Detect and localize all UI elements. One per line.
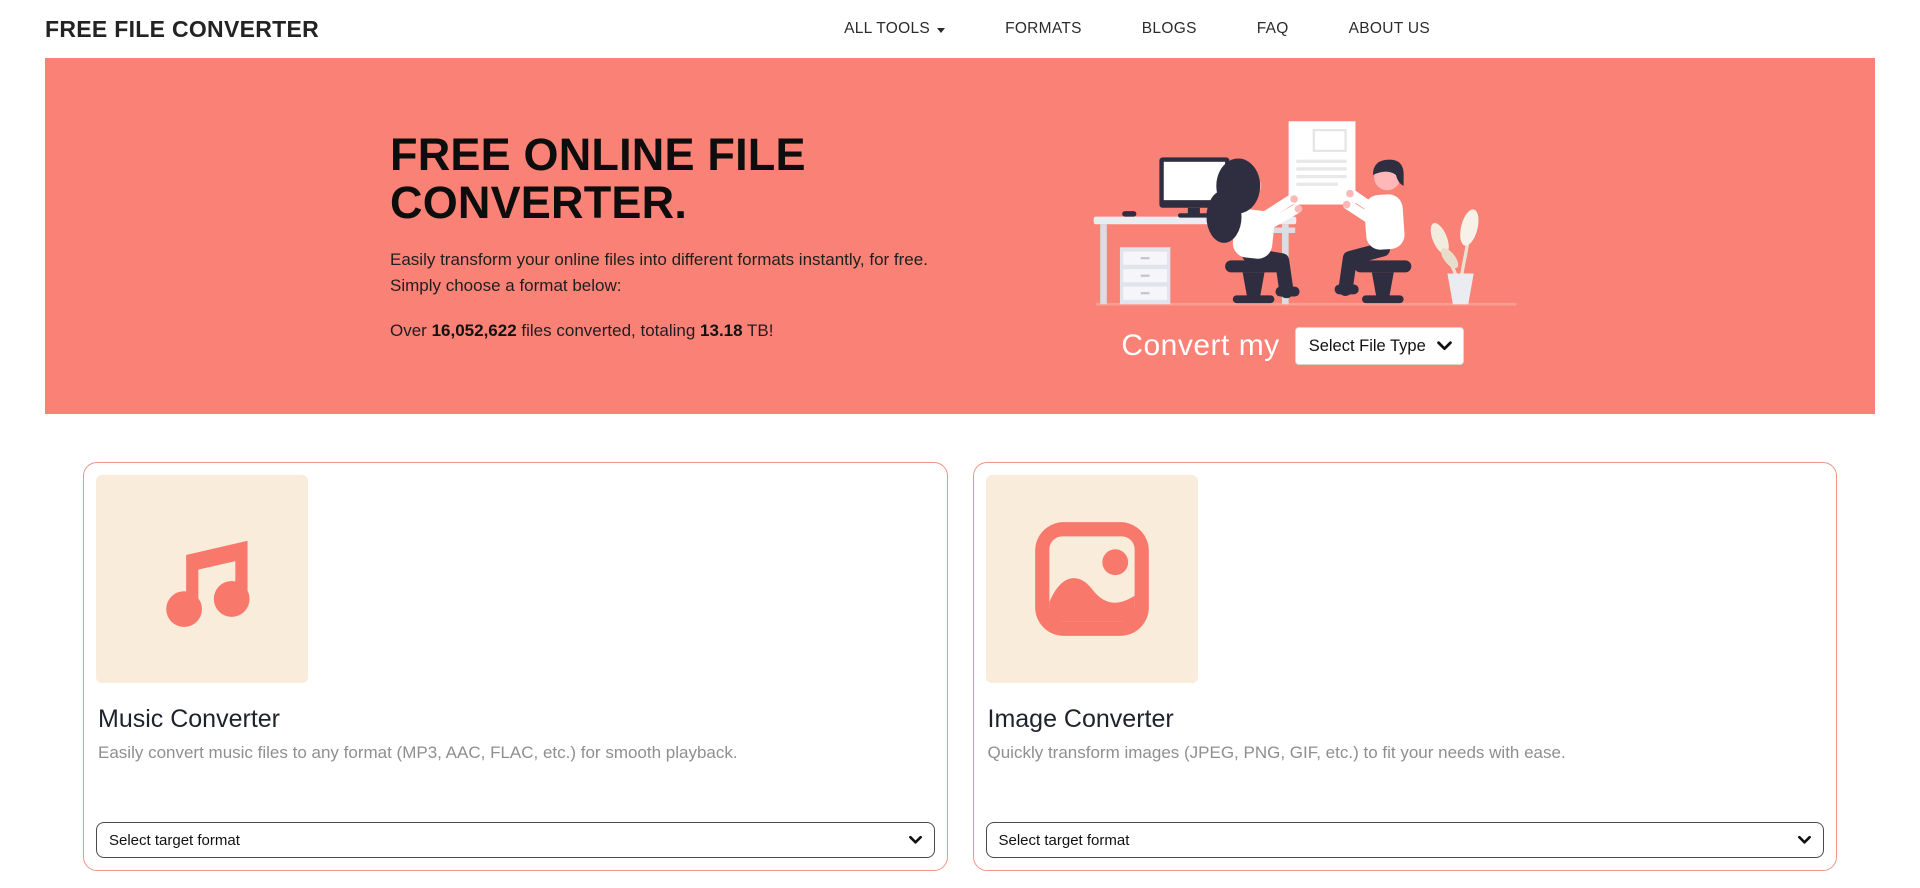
hero-stats: Over 16,052,622 files converted, totalin… — [390, 321, 774, 341]
file-type-select[interactable]: Select File Type — [1294, 327, 1464, 365]
nav-item-all-tools[interactable]: ALL TOOLS — [844, 20, 946, 38]
header: FREE FILE CONVERTER ALL TOOLS FORMATS BL… — [0, 0, 1920, 58]
people-exchanging-document-illustration — [1093, 121, 1516, 306]
mouse — [1121, 211, 1136, 217]
image-icon-tile — [985, 475, 1198, 683]
nav-item-label: FAQ — [1256, 20, 1289, 37]
card-description: Easily convert music files to any format… — [98, 743, 738, 762]
nav-item-formats[interactable]: FORMATS — [1005, 20, 1082, 38]
document — [1288, 121, 1355, 205]
convert-row: Convert my Select File Type — [1121, 327, 1464, 365]
image-converter-card: Image Converter Quickly transform images… — [972, 462, 1837, 871]
caret-down-icon — [937, 27, 946, 33]
hero-banner: FREE ONLINE FILE CONVERTER. Easily trans… — [45, 58, 1875, 414]
nav-item-blogs[interactable]: BLOGS — [1142, 20, 1197, 38]
hero-visual-block: Convert my Select File Type — [1055, 107, 1530, 365]
nav-item-faq[interactable]: FAQ — [1257, 20, 1289, 38]
site-logo[interactable]: FREE FILE CONVERTER — [45, 16, 319, 43]
nav-item-label: ABOUT US — [1348, 20, 1430, 37]
plant — [1430, 209, 1478, 305]
terabytes-count: 13.18 — [700, 321, 743, 341]
convert-my-label: Convert my — [1121, 329, 1280, 362]
hero-description: Easily transform your online files into … — [390, 249, 928, 296]
card-title: Image Converter — [987, 705, 1174, 733]
music-icon-tile — [96, 475, 308, 683]
music-converter-card: Music Converter Easily convert music fil… — [83, 462, 948, 871]
image-target-format-select[interactable]: Select target format — [985, 822, 1824, 858]
card-title: Music Converter — [98, 705, 280, 733]
hero-text-block: FREE ONLINE FILE CONVERTER. Easily trans… — [390, 128, 1010, 342]
card-description: Quickly transform images (JPEG, PNG, GIF… — [987, 743, 1566, 762]
main-nav: ALL TOOLS FORMATS BLOGS FAQ ABOUT US — [764, 20, 1430, 38]
music-note-icon — [166, 540, 250, 627]
files-converted-count: 16,052,622 — [431, 321, 517, 341]
nav-item-about-us[interactable]: ABOUT US — [1349, 20, 1430, 38]
nav-item-label: FORMATS — [1005, 20, 1082, 37]
music-target-format-select[interactable]: Select target format — [96, 822, 935, 858]
hero-title: FREE ONLINE FILE CONVERTER. — [390, 128, 806, 228]
converter-cards: Music Converter Easily convert music fil… — [83, 462, 1837, 871]
nav-item-label: BLOGS — [1141, 20, 1197, 37]
image-icon — [1034, 522, 1149, 636]
nav-item-label: ALL TOOLS — [844, 20, 931, 37]
